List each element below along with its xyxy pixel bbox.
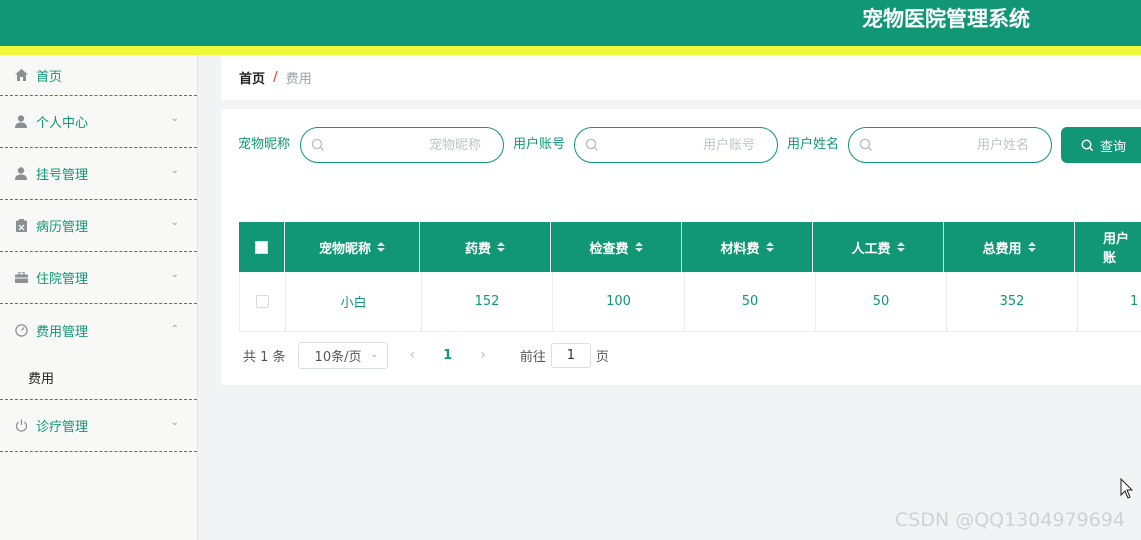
table-cell: 50: [816, 272, 947, 331]
select-all-cell: [239, 222, 285, 272]
table-cell: 1: [1130, 294, 1139, 309]
table-header: 宠物昵称 药费 检查费 材料费 人工费 总费用 用户账: [239, 222, 1141, 272]
next-page-button[interactable]: ›: [480, 347, 486, 363]
row-select-cell: [240, 272, 286, 331]
pagination-total: 共 1 条: [243, 349, 286, 365]
watermark: CSDN @QQ1304979694: [895, 509, 1126, 531]
row-checkbox[interactable]: [256, 295, 269, 308]
column-header[interactable]: 用户账: [1075, 222, 1141, 272]
search-input-user-account[interactable]: [574, 127, 778, 163]
search-icon: [859, 138, 873, 152]
column-header[interactable]: 总费用: [944, 222, 1075, 272]
column-header[interactable]: 检查费: [551, 222, 682, 272]
search-input-pet-nickname[interactable]: [300, 127, 504, 163]
pet-nickname-field[interactable]: [331, 128, 481, 162]
sidebar-item-label: 住院管理: [36, 272, 89, 287]
sidebar-item-registration[interactable]: 挂号管理 ⌄: [0, 148, 197, 200]
gauge-icon: [14, 323, 28, 337]
table-cell: 152: [422, 272, 553, 331]
prev-page-button[interactable]: ‹: [410, 347, 416, 363]
home-icon: [14, 68, 28, 82]
clipboard-icon: [14, 219, 28, 233]
page-size-select[interactable]: 10条/页 ⌄: [297, 341, 388, 369]
column-header-label: 用户账: [1103, 232, 1130, 266]
sidebar-item-label: 首页: [36, 69, 63, 85]
goto-page-input[interactable]: 1: [550, 342, 591, 368]
search-button[interactable]: 查询: [1061, 127, 1141, 163]
goto-label: 前往: [519, 349, 546, 365]
sidebar-item-profile[interactable]: 个人中心 ⌄: [0, 96, 197, 148]
search-icon: [1081, 138, 1094, 151]
pagination: 共 1 条 10条/页 ⌄ ‹ 1 › 前往 1 页: [243, 341, 609, 369]
sidebar-subitem-label: 费用: [28, 372, 55, 387]
user-account-field[interactable]: [605, 128, 755, 162]
sort-icon[interactable]: [634, 242, 643, 252]
search-icon: [311, 138, 325, 152]
sidebar-item-fees[interactable]: 费用管理 ⌃: [0, 304, 197, 356]
header-accent-bar: [0, 46, 1141, 55]
sidebar-subitem-fees[interactable]: 费用: [0, 356, 197, 400]
top-header: 宠物医院管理系统: [0, 0, 1141, 46]
column-header[interactable]: 材料费: [682, 222, 813, 272]
sort-icon[interactable]: [896, 242, 905, 252]
sort-icon[interactable]: [497, 242, 505, 252]
user-icon: [14, 167, 28, 181]
sidebar-item-label: 费用管理: [36, 324, 89, 340]
search-input-user-name[interactable]: [848, 127, 1052, 163]
search-label-pet-nickname: 宠物昵称: [238, 137, 291, 152]
current-page-number[interactable]: 1: [443, 348, 452, 363]
column-header-label: 药费: [464, 241, 491, 257]
chevron-up-icon: ⌃: [170, 324, 179, 335]
chevron-down-icon: ⌄: [170, 112, 179, 124]
chevron-down-icon: ⌄: [170, 416, 179, 428]
search-icon: [585, 138, 599, 152]
user-name-field[interactable]: [879, 128, 1029, 162]
sort-icon[interactable]: [1027, 242, 1036, 252]
table-row[interactable]: 小白 152 100 50 50 352 1: [239, 272, 1141, 332]
chevron-down-icon: ⌄: [170, 164, 179, 176]
column-header-label: 检查费: [589, 241, 629, 257]
table-cell: 100: [553, 272, 685, 331]
sidebar-item-home[interactable]: 首页: [0, 55, 197, 96]
search-button-label: 查询: [1100, 139, 1127, 155]
breadcrumb-home[interactable]: 首页: [239, 68, 265, 87]
sidebar-item-label: 诊疗管理: [36, 420, 89, 435]
goto-suffix: 页: [595, 349, 609, 365]
sidebar: 首页 个人中心 ⌄ 挂号管理 ⌄ 病历管理 ⌄ 住院管理 ⌄ 费用管理 ⌃ 费用…: [0, 55, 198, 540]
breadcrumb-current: 费用: [285, 72, 312, 87]
sidebar-item-records[interactable]: 病历管理 ⌄: [0, 200, 197, 252]
column-header-label: 宠物昵称: [318, 241, 371, 257]
sidebar-item-label: 病历管理: [36, 220, 89, 235]
breadcrumb: 首页 / 费用: [221, 55, 1141, 100]
sidebar-item-label: 挂号管理: [36, 168, 89, 183]
app-title: 宠物医院管理系统: [862, 7, 1030, 31]
sidebar-item-treatment[interactable]: 诊疗管理 ⌄: [0, 400, 197, 452]
search-label-user-account: 用户账号: [513, 137, 566, 152]
chevron-down-icon: ⌄: [170, 216, 179, 228]
search-label-user-name: 用户姓名: [787, 137, 840, 152]
column-header-label: 材料费: [720, 241, 760, 257]
sidebar-item-label: 个人中心: [36, 116, 89, 131]
table-cell: 50: [685, 272, 816, 331]
column-header[interactable]: 药费: [420, 222, 551, 272]
user-icon: [14, 115, 28, 129]
briefcase-icon: [14, 271, 28, 285]
page-size-value: 10条/页: [314, 349, 362, 365]
sidebar-item-inpatient[interactable]: 住院管理 ⌄: [0, 252, 197, 304]
sort-icon[interactable]: [765, 242, 774, 252]
mouse-cursor-icon: [1120, 477, 1134, 504]
sort-icon[interactable]: [377, 242, 385, 252]
table-cell: 352: [947, 272, 1078, 331]
column-header[interactable]: 宠物昵称: [285, 222, 420, 272]
column-header-label: 人工费: [851, 241, 891, 257]
select-all-checkbox[interactable]: [255, 240, 268, 254]
chevron-down-icon: ⌄: [370, 348, 379, 360]
power-icon: [14, 419, 28, 433]
table-cell: 小白: [286, 272, 422, 331]
column-header[interactable]: 人工费: [813, 222, 944, 272]
breadcrumb-separator: /: [273, 70, 278, 85]
column-header-label: 总费用: [982, 241, 1022, 257]
chevron-down-icon: ⌄: [170, 268, 179, 280]
